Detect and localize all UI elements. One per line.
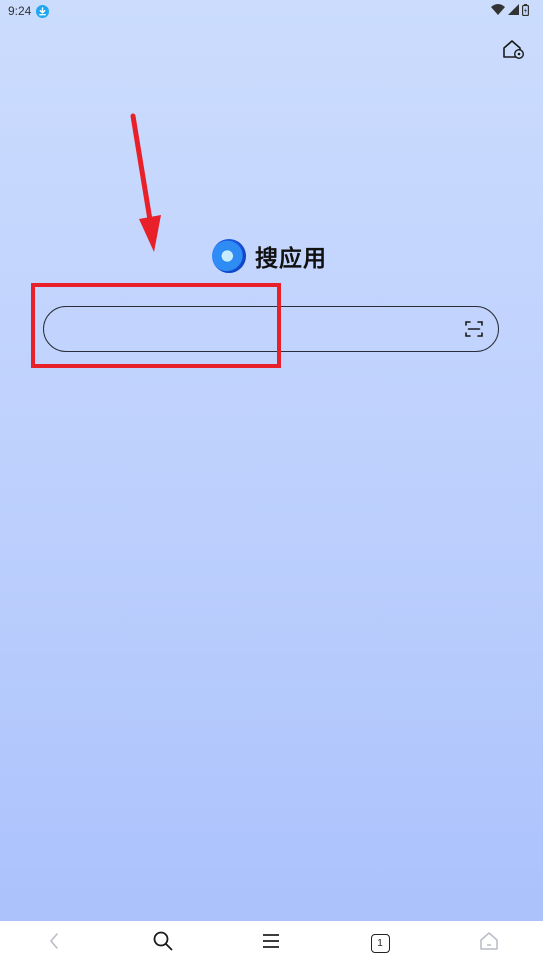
bottom-nav: 1	[0, 921, 543, 965]
status-bar: 9:24	[0, 0, 543, 22]
nav-menu-button[interactable]	[246, 921, 296, 965]
logo-text: 搜应用	[255, 246, 327, 272]
menu-icon	[262, 933, 280, 953]
battery-icon	[522, 3, 530, 19]
nav-home-button[interactable]	[464, 921, 514, 965]
nav-search-button[interactable]	[138, 921, 188, 965]
nav-tabs-button[interactable]: 1	[355, 921, 405, 965]
search-icon	[152, 930, 174, 956]
scan-icon[interactable]	[462, 317, 486, 341]
annotation-highlight-box	[31, 283, 281, 368]
nav-back-button[interactable]	[29, 921, 79, 965]
home-settings-icon[interactable]	[500, 37, 526, 61]
status-time: 9:24	[8, 4, 32, 18]
back-icon	[48, 932, 60, 954]
signal-icon	[508, 4, 519, 18]
annotation-arrow	[130, 113, 161, 252]
status-left: 9:24	[8, 4, 50, 18]
status-right	[491, 3, 530, 19]
app-logo: 搜应用	[212, 238, 327, 274]
tabs-icon: 1	[370, 933, 390, 953]
home-icon	[479, 931, 499, 955]
app-logo-icon	[212, 239, 246, 273]
download-badge-icon	[36, 4, 50, 18]
wifi-icon	[491, 4, 505, 18]
